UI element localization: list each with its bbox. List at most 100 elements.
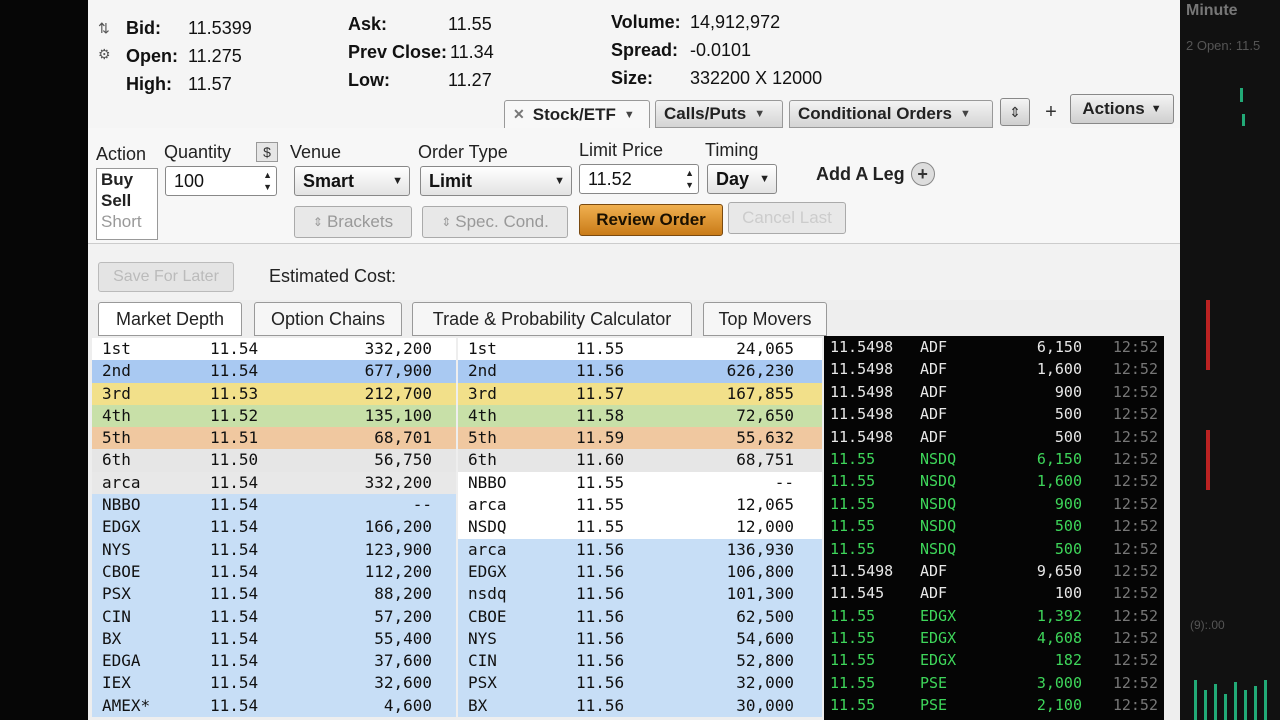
action-label: Action (96, 144, 147, 164)
bid-depth-row[interactable]: 6th 11.50 56,750 (92, 449, 456, 472)
ask-depth-row[interactable]: 3rd 11.57 167,855 (458, 382, 822, 405)
bid-depth-row[interactable]: AMEX* 11.54 4,600 (92, 694, 456, 718)
bid-depth-row[interactable]: PSX 11.54 88,200 (92, 583, 456, 606)
tab-calls-puts[interactable]: Calls/Puts ▼ (655, 100, 783, 128)
trade-exch-cell: EDGX (920, 651, 957, 670)
ask-depth-row[interactable]: CBOE 11.56 62,500 (458, 605, 822, 628)
venue-cell: NBBO (102, 495, 141, 515)
bid-depth-row[interactable]: 4th 11.52 135,100 (92, 404, 456, 428)
price-cell: 11.56 (576, 561, 625, 581)
bid-depth-row[interactable]: 1st 11.54 332,200 (92, 338, 456, 361)
ask-depth-row[interactable]: NSDQ 11.55 12,000 (458, 516, 822, 539)
action-select[interactable]: Buy Sell Short (96, 168, 158, 240)
trade-exch-cell: ADF (920, 427, 948, 446)
time-sales-row: 11.55 NSDQ 1,600 12:52 (824, 470, 1164, 492)
bid-depth-row[interactable]: 2nd 11.54 677,900 (92, 360, 456, 383)
plus-icon: + (1045, 100, 1057, 123)
venue-cell: NBBO (468, 472, 507, 492)
timing-select[interactable]: Day ▼ (707, 164, 777, 194)
bid-depth-row[interactable]: arca 11.54 332,200 (92, 471, 456, 495)
ask-depth-row[interactable]: NBBO 11.55 -- (458, 471, 822, 495)
spread-value: -0.0101 (690, 40, 752, 60)
stepper-arrows-icon[interactable]: ▲ ▼ (685, 167, 694, 191)
size-cell: 68,701 (374, 428, 432, 448)
add-leg-button[interactable]: Add A Leg + (816, 162, 935, 186)
tab-conditional-orders[interactable]: Conditional Orders ▼ (789, 100, 993, 128)
reorder-tabs-button[interactable]: ⇕ (1000, 98, 1030, 126)
action-short[interactable]: Short (97, 211, 157, 232)
trade-time-cell: 12:52 (1112, 360, 1158, 379)
bid-depth-row[interactable]: EDGX 11.54 166,200 (92, 516, 456, 539)
ask-depth-row[interactable]: nsdq 11.56 101,300 (458, 583, 822, 606)
ask-depth-row[interactable]: 6th 11.60 68,751 (458, 449, 822, 472)
tab-trade-probability-calculator[interactable]: Trade & Probability Calculator (412, 302, 692, 336)
action-buy[interactable]: Buy (97, 169, 157, 190)
cancel-last-button[interactable]: Cancel Last (728, 202, 846, 234)
tab-option-chains[interactable]: Option Chains (254, 302, 402, 336)
order-type-select[interactable]: Limit ▼ (420, 166, 572, 196)
save-for-later-button[interactable]: Save For Later (98, 262, 234, 292)
venue-select[interactable]: Smart ▼ (294, 166, 410, 196)
chart-volume-bar (1254, 686, 1257, 720)
tab-stock-etf-label: Stock/ETF (532, 104, 616, 124)
ask-depth-row[interactable]: 2nd 11.56 626,230 (458, 360, 822, 383)
bid-depth-row[interactable]: NYS 11.54 123,900 (92, 538, 456, 561)
venue-value: Smart (303, 170, 355, 191)
price-cell: 11.56 (576, 651, 625, 671)
bid-depth-row[interactable]: 3rd 11.53 212,700 (92, 382, 456, 405)
size-cell: 72,650 (736, 405, 794, 425)
venue-cell: PSX (468, 673, 497, 693)
size-cell: 332,200 (364, 339, 432, 358)
open-label: Open: (126, 46, 178, 66)
dollar-toggle-button[interactable]: $ (256, 142, 278, 162)
ask-depth-row[interactable]: arca 11.56 136,930 (458, 538, 822, 561)
bid-depth-row[interactable]: 5th 11.51 68,701 (92, 427, 456, 450)
trade-size-cell: 2,100 (1036, 696, 1082, 715)
bid-depth-row[interactable]: NBBO 11.54 -- (92, 494, 456, 517)
ask-depth-row[interactable]: arca 11.55 12,065 (458, 494, 822, 517)
trade-price-cell: 11.5498 (830, 427, 894, 446)
venue-cell: arca (468, 539, 507, 559)
tab-stock-etf[interactable]: ✕ Stock/ETF ▼ (504, 100, 650, 128)
trade-time-cell: 12:52 (1112, 517, 1158, 536)
bid-depth-row[interactable]: EDGA 11.54 37,600 (92, 650, 456, 673)
spec-cond-button[interactable]: ⇕ Spec. Cond. (422, 206, 568, 238)
brackets-button[interactable]: ⇕ Brackets (294, 206, 412, 238)
price-cell: 11.50 (210, 450, 259, 470)
limit-price-stepper[interactable]: 11.52 ▲ ▼ (579, 164, 699, 194)
bid-depth-row[interactable]: CIN 11.54 57,200 (92, 605, 456, 628)
ask-depth-row[interactable]: CIN 11.56 52,800 (458, 650, 822, 673)
ask-depth-row[interactable]: 4th 11.58 72,650 (458, 404, 822, 428)
bid-depth-row[interactable]: BX 11.54 55,400 (92, 627, 456, 651)
tab-market-depth[interactable]: Market Depth (98, 302, 242, 336)
venue-cell: 6th (102, 450, 131, 470)
ask-depth-row[interactable]: EDGX 11.56 106,800 (458, 560, 822, 584)
chart-volume-bar (1234, 682, 1237, 720)
time-sales-row: 11.5498 ADF 900 12:52 (824, 381, 1164, 403)
ask-depth-row[interactable]: PSX 11.56 32,000 (458, 672, 822, 695)
size-cell: 12,000 (736, 517, 794, 537)
price-cell: 11.54 (210, 651, 259, 671)
add-tab-button[interactable]: + (1038, 98, 1064, 126)
chart-volume-bar (1214, 684, 1217, 720)
price-cell: 11.54 (210, 539, 259, 559)
actions-menu-button[interactable]: Actions ▼ (1070, 94, 1174, 124)
tab-top-movers[interactable]: Top Movers (703, 302, 827, 336)
ask-depth-row[interactable]: 1st 11.55 24,065 (458, 338, 822, 361)
stepper-arrows-icon[interactable]: ▲ ▼ (263, 169, 272, 193)
bid-label: Bid: (126, 18, 161, 38)
size-cell: 332,200 (364, 472, 432, 492)
ask-depth-row[interactable]: 5th 11.59 55,632 (458, 427, 822, 450)
ask-depth-row[interactable]: NYS 11.56 54,600 (458, 627, 822, 651)
review-order-button[interactable]: Review Order (579, 204, 723, 236)
bid-depth-row[interactable]: CBOE 11.54 112,200 (92, 560, 456, 584)
chevron-down-icon: ▼ (754, 108, 766, 120)
size-cell: 62,500 (736, 606, 794, 626)
ask-depth-row[interactable]: BX 11.56 30,000 (458, 694, 822, 718)
close-icon[interactable]: ✕ (513, 106, 525, 123)
action-sell[interactable]: Sell (97, 190, 157, 211)
trade-exch-cell: ADF (920, 584, 948, 603)
quantity-stepper[interactable]: 100 ▲ ▼ (165, 166, 277, 196)
bid-depth-row[interactable]: IEX 11.54 32,600 (92, 672, 456, 695)
trade-price-cell: 11.5498 (830, 360, 894, 379)
